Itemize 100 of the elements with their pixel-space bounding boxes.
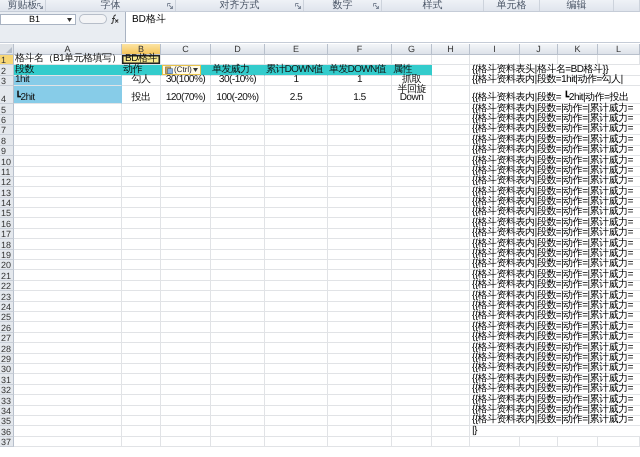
table-cell [328,135,392,146]
dialog-launcher-icon[interactable] [167,3,173,9]
column-header[interactable]: K [558,44,598,55]
row-header[interactable]: 34 [0,406,14,416]
cell-text: {{格斗资料表内|段数=|动作=|累计威力= [472,322,633,331]
row-header[interactable]: 29 [0,354,14,364]
table-cell [328,322,392,333]
dialog-launcher-icon[interactable] [37,3,43,9]
column-header[interactable]: F [328,44,392,55]
row-header[interactable]: 24 [0,302,14,312]
table-cell [161,156,211,167]
row-header[interactable]: 5 [0,104,14,115]
function-icon[interactable] [110,14,119,24]
row-header[interactable]: 21 [0,270,14,281]
table-cell [161,312,211,322]
table-cell [265,156,328,167]
table-cell [211,426,265,437]
table-cell [265,135,328,146]
table-cell [161,104,211,115]
row-header[interactable]: 15 [0,208,14,218]
table-cell[interactable]: BD格斗 [122,55,161,66]
column-header[interactable]: D [211,44,265,55]
row-header[interactable]: 35 [0,416,14,426]
table-cell [265,166,328,177]
table-cell [211,187,265,198]
row-header[interactable]: 26 [0,322,14,333]
column-header[interactable]: C [161,44,211,55]
row-header[interactable]: 31 [0,374,14,385]
table-cell [520,55,558,66]
table-cell [122,187,161,198]
row-header[interactable]: 19 [0,250,14,260]
table-cell [328,364,392,374]
row-header[interactable]: 33 [0,395,14,406]
row-header[interactable]: 18 [0,239,14,250]
table-cell [392,239,432,250]
row-header[interactable]: 14 [0,198,14,208]
dialog-launcher-icon[interactable] [295,3,301,9]
row-header[interactable]: 30 [0,364,14,374]
table-cell [392,322,432,333]
column-header[interactable]: E [265,44,328,55]
row-header[interactable]: 36 [0,426,14,437]
dialog-launcher-icon[interactable] [373,3,379,9]
name-box[interactable]: B1 [0,14,76,25]
cell-text: {{格斗资料表内|段数=|动作=|累计威力= [472,385,633,394]
table-cell [161,260,211,270]
row-header[interactable]: 22 [0,280,14,292]
row-header[interactable]: 12 [0,176,14,188]
table-cell: 1 [328,76,392,86]
row-header[interactable]: 4 [0,86,14,104]
table-cell [265,270,328,281]
table-cell [161,208,211,218]
table-cell [122,260,161,270]
cell-text: {{格斗资料表内|段数=|动作=|累计威力= [472,250,633,258]
row-header[interactable]: 25 [0,312,14,322]
row-header[interactable]: 28 [0,343,14,354]
row-header[interactable]: 32 [0,384,14,396]
row-header[interactable]: 3 [0,76,14,86]
row-header[interactable]: 20 [0,260,14,270]
paste-options-button[interactable]: (Ctrl) [162,65,201,75]
column-header[interactable]: H [432,44,470,55]
caret-icon[interactable] [67,18,72,22]
row-header[interactable]: 23 [0,291,14,302]
row-header[interactable]: 2 [0,65,14,76]
column-header[interactable]: J [520,44,558,55]
table-cell [328,416,392,426]
table-cell [161,198,211,208]
column-header[interactable]: L [598,44,640,55]
row-header[interactable]: 16 [0,218,14,229]
table-cell [392,270,432,281]
row-header[interactable]: 10 [0,156,14,167]
table-cell [122,114,161,125]
table-cell [161,146,211,156]
table-cell [392,374,432,385]
formula-field[interactable]: BD格斗 [125,12,640,42]
row-header[interactable]: 9 [0,146,14,156]
row-header[interactable]: 27 [0,332,14,344]
column-header[interactable]: I [470,44,520,55]
cell-text: {{格斗资料表内|段数=|动作=|累计威力= [472,229,633,238]
table-cell [211,198,265,208]
table-cell [392,426,432,437]
row-header[interactable]: 6 [0,114,14,125]
table-cell [211,156,265,167]
row-header[interactable]: 11 [0,166,14,177]
cell-text: {{格斗资料表内|段数=|动作=|累计威力= [472,302,633,310]
table-cell [265,124,328,136]
column-header[interactable]: G [392,44,432,55]
table-cell [265,239,328,250]
row-header[interactable]: 8 [0,135,14,146]
table-cell [328,156,392,167]
table-cell [161,416,211,426]
row-header[interactable]: 13 [0,187,14,198]
cell-text: {{格斗资料表内|段数=|动作=|累计威力= [472,125,633,134]
table-cell [161,187,211,198]
row-header[interactable]: 1 [0,55,14,66]
table-cell [392,436,432,448]
row-header[interactable]: 37 [0,436,14,448]
row-header[interactable]: 7 [0,124,14,136]
formula-slider-button[interactable] [79,14,107,24]
table-cell [392,114,432,125]
row-header[interactable]: 17 [0,228,14,240]
